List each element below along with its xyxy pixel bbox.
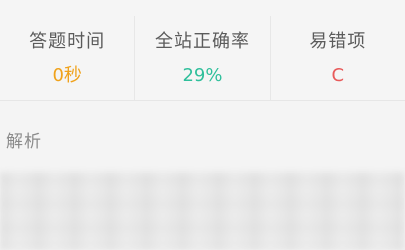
stat-label: 答题时间 [29, 31, 106, 52]
stat-answer-time: 答题时间 0秒 [0, 16, 134, 100]
top-divider [0, 0, 405, 17]
blurred-analysis-content [0, 172, 405, 250]
stats-bar: 答题时间 0秒 全站正确率 29% 易错项 C [0, 16, 405, 101]
analysis-title: 解析 [6, 132, 42, 152]
stat-value: 0秒 [52, 65, 82, 86]
stat-label: 易错项 [309, 31, 367, 52]
stat-label: 全站正确率 [154, 31, 250, 52]
stat-value: C [331, 65, 345, 86]
stat-accuracy: 全站正确率 29% [134, 16, 269, 100]
stat-value: 29% [182, 65, 223, 86]
answer-result-page: 答题时间 0秒 全站正确率 29% 易错项 C 解析 [0, 0, 405, 250]
stat-common-wrong: 易错项 C [269, 16, 405, 100]
